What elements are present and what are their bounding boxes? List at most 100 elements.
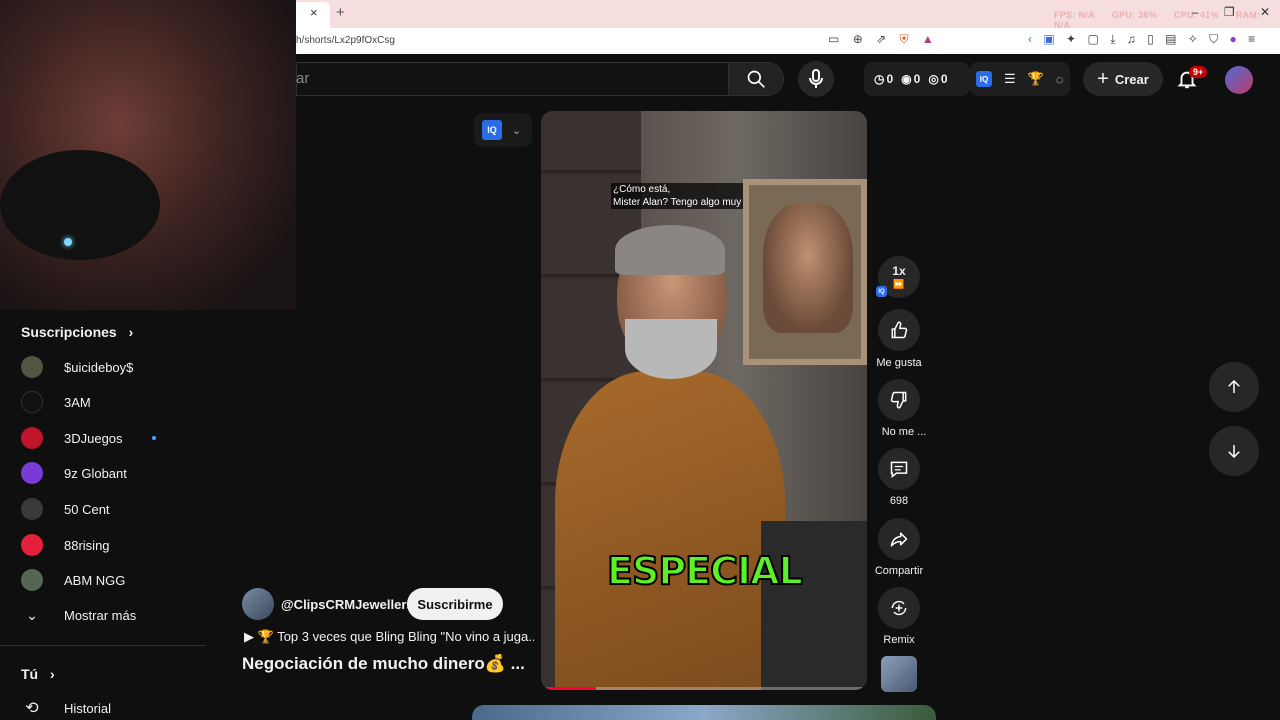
- new-tab-button[interactable]: +: [336, 4, 345, 21]
- comments-button[interactable]: [878, 448, 920, 490]
- microphone-icon: [809, 69, 823, 88]
- channel-name: 88rising: [64, 537, 110, 553]
- search-input[interactable]: [296, 62, 728, 96]
- list-icon[interactable]: ☰: [1004, 71, 1016, 87]
- trophy-icon[interactable]: 🏆: [1028, 71, 1044, 87]
- eye-icon: ◉: [901, 72, 912, 86]
- header-tools: IQ ☰ 🏆 ◌: [970, 62, 1070, 96]
- you-section-title[interactable]: Tú ›: [21, 666, 55, 682]
- dislike-label: No me ...: [881, 426, 927, 438]
- sidebar-item-subscription[interactable]: $uicideboy$: [21, 352, 201, 382]
- history-label: Historial: [64, 700, 111, 716]
- dislike-button[interactable]: [878, 379, 920, 421]
- search-button[interactable]: [728, 62, 784, 96]
- sidebar-item-subscription[interactable]: 3DJuegos: [21, 423, 201, 453]
- channel-avatar: [21, 356, 43, 378]
- iq-dropdown[interactable]: IQ ⌄: [474, 113, 532, 147]
- eye-count: 0: [913, 72, 921, 86]
- menu-icon[interactable]: ≡: [1248, 32, 1255, 46]
- voice-search-button[interactable]: [798, 61, 834, 97]
- plus-icon: +: [1097, 67, 1109, 90]
- screenshot-icon[interactable]: ▢: [1087, 32, 1098, 46]
- chat-icon[interactable]: ◌: [1056, 72, 1064, 87]
- music-icon[interactable]: ♫: [1127, 32, 1136, 46]
- video-title[interactable]: Negociación de mucho dinero💰 ...: [242, 654, 525, 674]
- extension-arrow-icon[interactable]: ‹: [1028, 32, 1032, 46]
- notification-badge: 9+: [1189, 66, 1208, 78]
- extension-icons: ‹ ▣ ✦ ▢ ⤓ ♫ ▯ ▤ ✧ ⛉ ● ≡: [1028, 32, 1263, 47]
- gpu-stat: GPU: 36%: [1111, 10, 1158, 20]
- webcam-shadow: [0, 150, 160, 260]
- next-short-preview[interactable]: [472, 705, 936, 720]
- playlist-link[interactable]: ▶ 🏆 Top 3 veces que Bling Bling "No vino…: [244, 629, 534, 645]
- translate-icon[interactable]: ▣: [1043, 32, 1054, 46]
- close-window-button[interactable]: ✕: [1260, 5, 1270, 19]
- maximize-button[interactable]: ❐: [1224, 5, 1235, 19]
- iq-icon[interactable]: IQ: [976, 71, 992, 87]
- download-icon[interactable]: ⤓: [1110, 32, 1115, 46]
- chevron-right-icon: ›: [128, 324, 134, 340]
- channel-avatar: [21, 427, 43, 449]
- sidebar-item-subscription[interactable]: 88rising: [21, 530, 201, 560]
- channel-name: 9z Globant: [64, 465, 127, 481]
- profile-icon[interactable]: ●: [1230, 32, 1237, 46]
- share-page-icon[interactable]: ⇗: [876, 32, 886, 46]
- sidebar-item-subscription[interactable]: 50 Cent: [21, 494, 201, 524]
- next-short-button[interactable]: [1209, 426, 1259, 476]
- remix-button[interactable]: [878, 587, 920, 629]
- sidebar-item-subscription[interactable]: 9z Globant: [21, 458, 201, 488]
- share-icon: [890, 532, 908, 547]
- share-button[interactable]: [878, 518, 920, 560]
- view-icon: ◎: [928, 72, 939, 86]
- previous-short-button[interactable]: [1209, 362, 1259, 412]
- remix-icon: [891, 600, 907, 616]
- subscriptions-title[interactable]: Suscripciones ›: [21, 324, 133, 340]
- url-field[interactable]: h/shorts/Lx2p9fOxCsg: [296, 35, 395, 46]
- shorts-video-player[interactable]: ¿Cómo está, Mister Alan? Tengo algo muy …: [541, 111, 867, 690]
- sidebar-item-subscription[interactable]: ABM NGG: [21, 565, 201, 595]
- clock-icon: ◷: [874, 72, 885, 86]
- subscribe-button[interactable]: Suscribirme: [407, 588, 503, 620]
- comments-count: 698: [889, 495, 909, 507]
- channel-name: $uicideboy$: [64, 359, 134, 375]
- ai-icon[interactable]: ✧: [1188, 32, 1198, 46]
- reading-list-icon[interactable]: ▯: [1147, 32, 1154, 46]
- channel-name: 3DJuegos: [64, 430, 123, 446]
- share-label: Compartir: [874, 565, 924, 577]
- create-button[interactable]: + Crear: [1083, 62, 1163, 96]
- window-controls: – ❐ ✕: [1170, 5, 1270, 19]
- rewards-icon[interactable]: ▲: [922, 32, 934, 46]
- account-avatar[interactable]: [1225, 66, 1253, 94]
- view-counter: ◎ 0: [928, 72, 947, 86]
- channel-avatar[interactable]: [242, 588, 274, 620]
- puzzle-icon[interactable]: ✦: [1066, 32, 1076, 46]
- channel-avatar: [21, 462, 43, 484]
- sidebar-item-history[interactable]: ⟲ Historial: [21, 693, 201, 720]
- brave-shield-icon[interactable]: ⛨: [900, 32, 909, 46]
- caption-line-1: ¿Cómo está,: [613, 184, 671, 195]
- webcam-overlay: [0, 0, 296, 310]
- minimize-button[interactable]: –: [1192, 5, 1199, 19]
- address-icons: ▭ ⊕ ⇗ ⛨ ▲: [828, 32, 944, 47]
- playlist-text: 🏆 Top 3 veces que Bling Bling "No vino a…: [257, 629, 534, 644]
- sidebar-item-subscription[interactable]: 3AM: [21, 387, 201, 417]
- iq-icon: IQ: [482, 120, 502, 140]
- video-caption-big: ESPECIAL: [606, 548, 804, 594]
- wallet-icon[interactable]: ▤: [1165, 32, 1176, 46]
- vpn-icon[interactable]: ⛉: [1209, 32, 1218, 46]
- cast-icon[interactable]: ▭: [828, 32, 839, 46]
- create-label: Crear: [1114, 71, 1149, 87]
- fast-forward-icon: ⏩: [893, 278, 905, 289]
- subscriptions-label: Suscripciones: [21, 324, 117, 340]
- show-more-button[interactable]: ⌄ Mostrar más: [21, 600, 201, 630]
- show-more-label: Mostrar más: [64, 607, 137, 623]
- channel-handle[interactable]: @ClipsCRMJewellers: [281, 597, 414, 612]
- zoom-icon[interactable]: ⊕: [853, 32, 863, 46]
- comment-icon: [890, 461, 908, 479]
- video-progress-bar[interactable]: [541, 687, 867, 690]
- tab-close-icon[interactable]: ×: [310, 5, 318, 20]
- history-icon: ⟲: [25, 700, 39, 717]
- sound-thumbnail[interactable]: [881, 656, 917, 692]
- extension-counters[interactable]: ◷ 0 ◉ 0 ◎ 0: [864, 62, 970, 96]
- like-button[interactable]: [878, 309, 920, 351]
